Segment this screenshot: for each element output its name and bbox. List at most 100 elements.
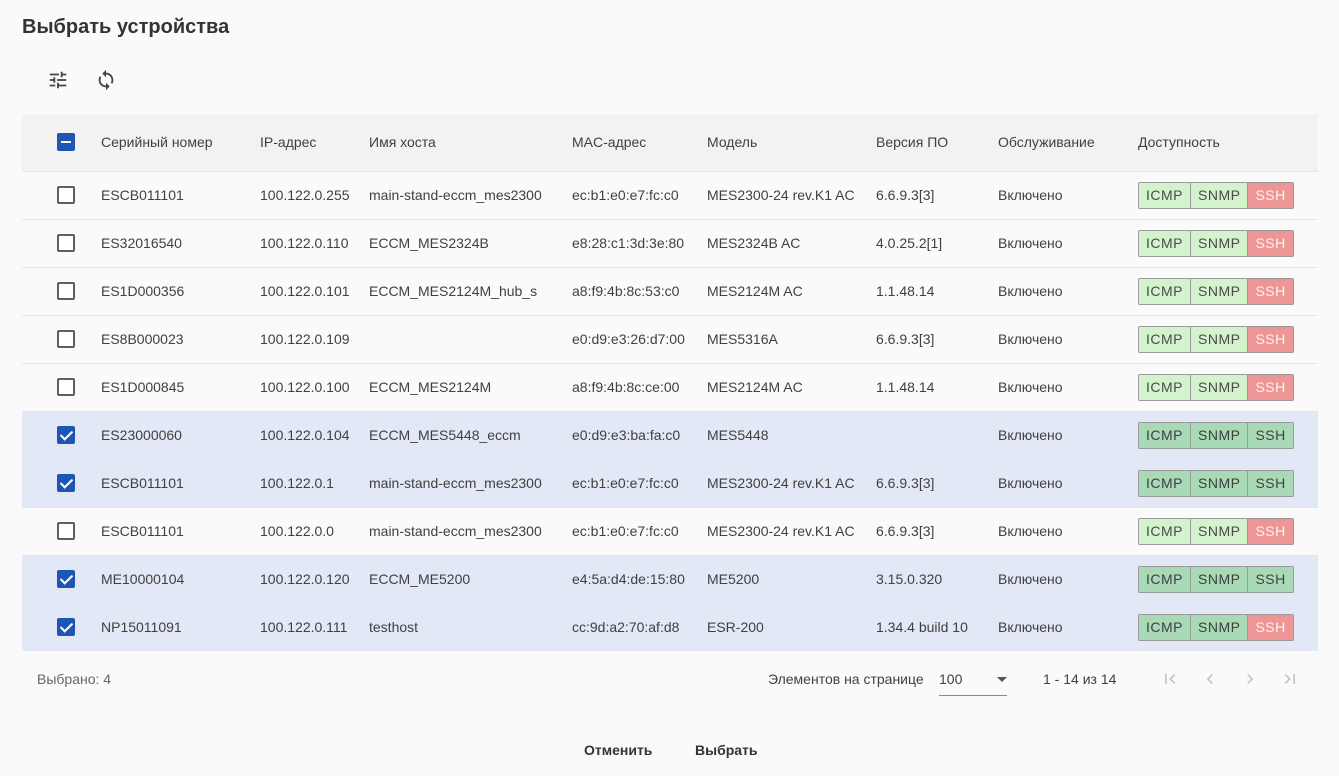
table-row[interactable]: ESCB011101 100.122.0.255 main-stand-eccm_m…	[22, 171, 1318, 219]
table-row[interactable]: ES8B000023 100.122.0.109 e0:d9:e3:26:d7:00…	[22, 315, 1318, 363]
chevron-down-icon	[997, 677, 1007, 682]
availability-status: ICMP SNMP SSH	[1138, 277, 1294, 305]
hostname-cell	[369, 315, 572, 363]
ip-cell: 100.122.0.1	[260, 475, 334, 491]
table-row[interactable]: ME10000104 100.122.0.120 ECCM_ME5200 e4:5a:…	[22, 555, 1318, 603]
column-header-model[interactable]: Модель	[707, 114, 876, 171]
row-checkbox[interactable]	[57, 618, 75, 637]
column-header-mac[interactable]: MAC-адрес	[572, 114, 707, 171]
hostname-cell: ECCM_ME5200	[369, 571, 471, 587]
snmp-status: SNMP	[1190, 470, 1248, 496]
select-all-checkbox[interactable]	[57, 133, 75, 152]
availability-status: ICMP SNMP SSH	[1138, 373, 1294, 401]
row-checkbox[interactable]	[57, 282, 75, 301]
table-row[interactable]: NP15011091 100.122.0.111 testhost cc:9d:a2:…	[22, 603, 1318, 651]
row-checkbox[interactable]	[57, 474, 75, 493]
service-cell: Включено	[998, 379, 1063, 395]
first-page-icon	[1165, 674, 1176, 684]
availability-status: ICMP SNMP SSH	[1138, 565, 1294, 593]
icmp-status: ICMP	[1139, 422, 1190, 448]
row-checkbox[interactable]	[57, 522, 75, 541]
column-header-availability[interactable]: Доступность	[1138, 114, 1318, 171]
row-checkbox[interactable]	[57, 186, 75, 205]
column-header-firmware[interactable]: Версия ПО	[876, 114, 998, 171]
table-row[interactable]: ES1D000356 100.122.0.101 ECCM_MES2124M_hub…	[22, 267, 1318, 315]
hostname-cell: ECCM_MES2124M_hub_s	[369, 283, 538, 299]
toolbar	[40, 64, 124, 100]
firmware-cell: 6.6.9.3[3]	[876, 475, 935, 491]
service-cell: Включено	[998, 523, 1063, 539]
per-page-select[interactable]: 100	[939, 662, 1007, 696]
page-range: 1 - 14 из 14	[1043, 671, 1117, 687]
ip-cell: 100.122.0.101	[260, 283, 350, 299]
filter-button[interactable]	[40, 64, 76, 100]
hostname-cell: main-stand-eccm_mes2300	[369, 523, 542, 539]
ssh-status: SSH	[1247, 518, 1293, 544]
table-footer: Выбрано: 4 Элементов на странице 100 1 -…	[22, 650, 1318, 708]
ssh-status: SSH	[1247, 470, 1293, 496]
availability-status: ICMP SNMP SSH	[1138, 517, 1294, 545]
model-cell: ME5200	[707, 571, 760, 587]
snmp-status: SNMP	[1190, 230, 1248, 256]
serial-cell: ESCB011101	[101, 523, 184, 539]
icmp-status: ICMP	[1139, 374, 1190, 400]
table-row[interactable]: ESCB011101 100.122.0.0 main-stand-eccm_mes…	[22, 507, 1318, 555]
service-cell: Включено	[998, 283, 1063, 299]
serial-cell: ESCB011101	[101, 475, 184, 491]
ip-cell: 100.122.0.104	[260, 427, 350, 443]
icmp-status: ICMP	[1139, 614, 1190, 640]
mac-cell: ec:b1:e0:e7:fc:c0	[572, 523, 679, 539]
table-row[interactable]: ES23000060 100.122.0.104 ECCM_MES5448_eccm…	[22, 411, 1318, 459]
column-header-ip[interactable]: IP-адрес	[260, 114, 369, 171]
refresh-icon	[95, 69, 117, 96]
mac-cell: cc:9d:a2:70:af:d8	[572, 619, 680, 636]
row-checkbox[interactable]	[57, 426, 75, 445]
row-checkbox[interactable]	[57, 330, 75, 349]
row-checkbox[interactable]	[57, 570, 75, 589]
serial-cell: ESCB011101	[101, 187, 184, 203]
cancel-button[interactable]: Отменить	[584, 742, 652, 758]
availability-status: ICMP SNMP SSH	[1138, 613, 1294, 641]
ip-cell: 100.122.0.110	[260, 235, 349, 251]
icmp-status: ICMP	[1139, 278, 1190, 304]
previous-page-button[interactable]	[1194, 664, 1226, 694]
table-row[interactable]: ESCB011101 100.122.0.1 main-stand-eccm_mes…	[22, 459, 1318, 507]
ip-cell: 100.122.0.120	[260, 571, 350, 587]
row-checkbox[interactable]	[57, 234, 75, 253]
dialog-title: Выбрать устройства	[22, 16, 230, 38]
model-cell: MES2300-24 rev.K1 AC	[707, 523, 855, 539]
next-page-button[interactable]	[1234, 664, 1266, 694]
hostname-cell: ECCM_MES5448_eccm	[369, 427, 521, 443]
service-cell: Включено	[998, 187, 1063, 203]
service-cell: Включено	[998, 427, 1063, 443]
table-row[interactable]: ES1D000845 100.122.0.100 ECCM_MES2124M a8:f…	[22, 363, 1318, 411]
ip-cell: 100.122.0.255	[260, 187, 350, 203]
column-header-service[interactable]: Обслуживание	[998, 114, 1138, 171]
availability-status: ICMP SNMP SSH	[1138, 181, 1294, 209]
last-page-button[interactable]	[1274, 664, 1306, 694]
mac-cell: e8:28:c1:3d:3e:80	[572, 235, 685, 251]
row-checkbox[interactable]	[57, 378, 75, 397]
first-page-button[interactable]	[1154, 664, 1186, 694]
mac-cell: a8:f9:4b:8c:ce:00	[572, 379, 680, 395]
table-row[interactable]: ES32016540 100.122.0.110 ECCM_MES2324B e8:2…	[22, 219, 1318, 267]
ip-cell: 100.122.0.111	[260, 619, 348, 636]
select-button[interactable]: Выбрать	[695, 742, 758, 758]
service-cell: Включено	[998, 475, 1063, 491]
availability-status: ICMP SNMP SSH	[1138, 325, 1294, 353]
column-header-serial[interactable]: Серийный номер	[101, 114, 260, 171]
availability-status: ICMP SNMP SSH	[1138, 469, 1294, 497]
selected-count: Выбрано: 4	[37, 671, 112, 687]
snmp-status: SNMP	[1190, 182, 1248, 208]
column-header-hostname[interactable]: Имя хоста	[369, 114, 572, 171]
snmp-status: SNMP	[1190, 326, 1248, 352]
mac-cell: a8:f9:4b:8c:53:c0	[572, 283, 680, 299]
ssh-status: SSH	[1247, 326, 1293, 352]
service-cell: Включено	[998, 619, 1063, 636]
refresh-button[interactable]	[88, 64, 124, 100]
serial-cell: ME10000104	[101, 571, 185, 587]
per-page-label: Элементов на странице	[768, 671, 924, 687]
service-cell: Включено	[998, 571, 1063, 587]
pagination	[1154, 664, 1306, 694]
serial-cell: ES8B000023	[101, 331, 184, 347]
